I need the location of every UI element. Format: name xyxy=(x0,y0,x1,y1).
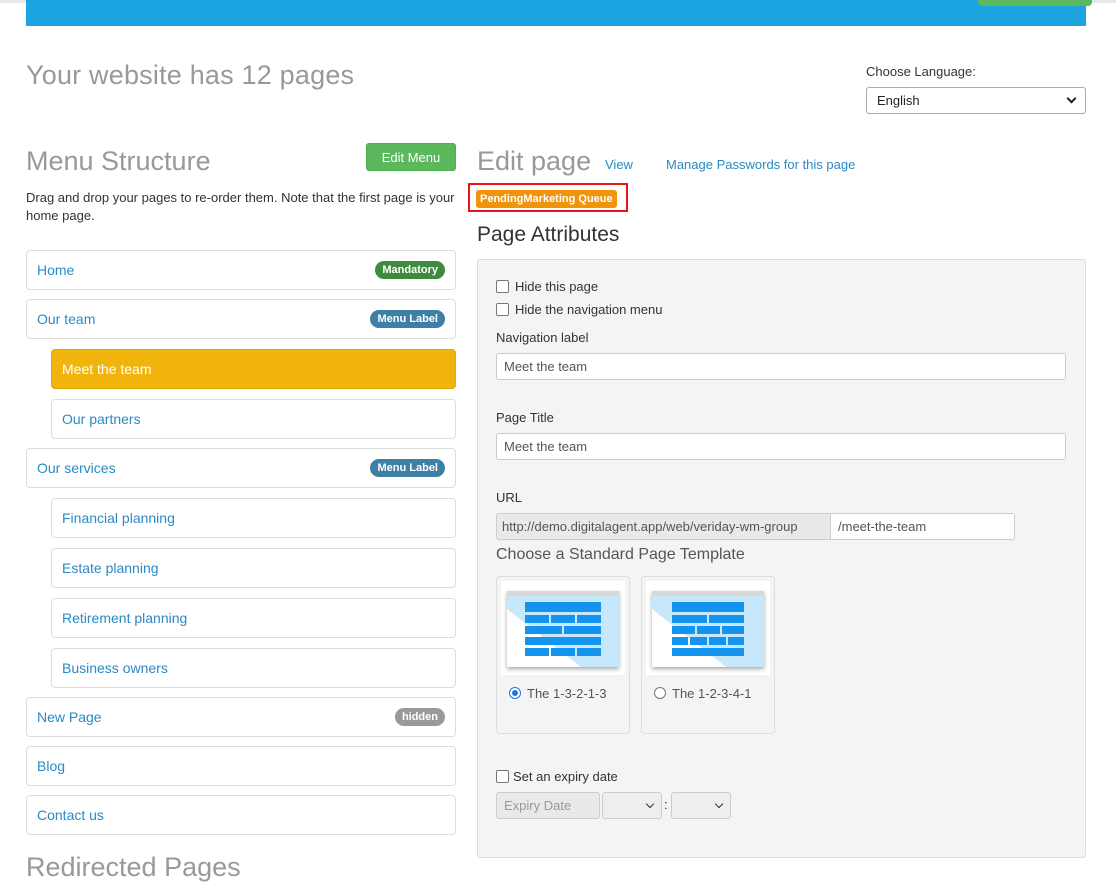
chevron-down-icon xyxy=(714,799,724,808)
expiry-hour-select[interactable] xyxy=(602,792,662,819)
template-card-1-2-3-4-1[interactable]: The 1-2-3-4-1 xyxy=(641,576,775,734)
chevron-down-icon xyxy=(645,799,655,808)
nav-label-input[interactable]: Meet the team xyxy=(496,353,1066,380)
expiry-label: Set an expiry date xyxy=(513,769,618,784)
expiry-minute-select[interactable] xyxy=(671,792,731,819)
template-radio[interactable] xyxy=(654,687,666,699)
menu-item-label[interactable]: Our partners xyxy=(62,411,141,427)
menu-item-retirement-planning[interactable]: Retirement planning xyxy=(51,598,456,638)
menu-item-label[interactable]: Financial planning xyxy=(62,510,175,526)
hide-page-checkbox[interactable] xyxy=(496,280,509,293)
template-option[interactable]: The 1-3-2-1-3 xyxy=(509,685,621,703)
expiry-checkbox[interactable] xyxy=(496,770,509,783)
page-attributes-title: Page Attributes xyxy=(477,223,620,246)
menu-item-label[interactable]: Business owners xyxy=(62,660,168,676)
time-separator: : xyxy=(664,797,668,812)
menu-item-label[interactable]: New Page xyxy=(37,709,102,725)
menu-item-label[interactable]: Retirement planning xyxy=(62,610,187,626)
menu-item-label[interactable]: Home xyxy=(37,262,74,278)
menu-item-our-team[interactable]: Our team Menu Label xyxy=(26,299,456,339)
language-label: Choose Language: xyxy=(866,64,976,79)
page-title-input[interactable]: Meet the team xyxy=(496,433,1066,460)
expiry-date-input[interactable]: Expiry Date xyxy=(496,792,600,819)
template-layout-icon xyxy=(652,591,764,667)
edit-page-title: Edit page xyxy=(477,146,592,176)
template-name: The 1-3-2-1-3 xyxy=(527,686,607,701)
expiry-row: Set an expiry date xyxy=(496,769,618,784)
menu-item-our-services[interactable]: Our services Menu Label xyxy=(26,448,456,488)
hide-page-label: Hide this page xyxy=(515,279,599,294)
menu-structure-title: Menu Structure xyxy=(26,146,211,176)
menu-item-financial-planning[interactable]: Financial planning xyxy=(51,498,456,538)
language-select-value: English xyxy=(877,93,920,108)
template-section-title: Choose a Standard Page Template xyxy=(496,546,745,563)
view-link[interactable]: View xyxy=(605,157,633,172)
mandatory-badge: Mandatory xyxy=(375,261,445,279)
nav-label-label: Navigation label xyxy=(496,330,589,345)
site-page-count-title: Your website has 12 pages xyxy=(26,60,355,90)
menu-item-label[interactable]: Estate planning xyxy=(62,560,159,576)
menu-label-badge: Menu Label xyxy=(370,310,445,328)
menu-label-badge: Menu Label xyxy=(370,459,445,477)
menu-item-label[interactable]: Meet the team xyxy=(62,361,152,377)
hide-page-row: Hide this page xyxy=(496,279,598,294)
menu-item-estate-planning[interactable]: Estate planning xyxy=(51,548,456,588)
menu-item-blog[interactable]: Blog xyxy=(26,746,456,786)
menu-item-label[interactable]: Our services xyxy=(37,460,116,476)
template-thumbnail[interactable] xyxy=(501,581,625,675)
manage-passwords-link[interactable]: Manage Passwords for this page xyxy=(666,157,855,172)
page-title-label: Page Title xyxy=(496,410,554,425)
hide-nav-checkbox[interactable] xyxy=(496,303,509,316)
template-thumbnail[interactable] xyxy=(646,581,770,675)
url-prefix: http://demo.digitalagent.app/web/veriday… xyxy=(496,513,831,540)
template-name: The 1-2-3-4-1 xyxy=(672,686,752,701)
url-slug-input[interactable]: /meet-the-team xyxy=(830,513,1015,540)
url-label: URL xyxy=(496,490,523,505)
template-layout-icon xyxy=(507,591,619,667)
hidden-badge: hidden xyxy=(394,708,445,726)
template-option[interactable]: The 1-2-3-4-1 xyxy=(654,685,766,703)
edit-menu-button[interactable]: Edit Menu xyxy=(366,143,456,171)
menu-item-label[interactable]: Blog xyxy=(37,758,65,774)
redirected-pages-title: Redirected Pages xyxy=(26,852,241,882)
hide-nav-row: Hide the navigation menu xyxy=(496,302,662,317)
menu-item-label[interactable]: Our team xyxy=(37,311,95,327)
menu-description: Drag and drop your pages to re-order the… xyxy=(26,190,455,223)
template-radio-selected[interactable] xyxy=(509,687,521,699)
template-card-1-3-2-1-3[interactable]: The 1-3-2-1-3 xyxy=(496,576,630,734)
chevron-down-icon xyxy=(1066,93,1077,104)
menu-item-business-owners[interactable]: Business owners xyxy=(51,648,456,688)
menu-item-meet-the-team[interactable]: Meet the team xyxy=(51,349,456,389)
menu-item-label[interactable]: Contact us xyxy=(37,807,104,823)
hide-nav-label: Hide the navigation menu xyxy=(515,302,663,317)
menu-item-our-partners[interactable]: Our partners xyxy=(51,399,456,439)
site-header-bar xyxy=(26,0,1092,26)
language-select[interactable]: English xyxy=(866,87,1086,114)
header-action-button[interactable] xyxy=(978,0,1092,6)
status-badge: PendingMarketing Queue xyxy=(476,190,617,208)
menu-item-contact-us[interactable]: Contact us xyxy=(26,795,456,835)
menu-item-home[interactable]: Home Mandatory xyxy=(26,250,456,290)
menu-item-new-page[interactable]: New Page hidden xyxy=(26,697,456,737)
